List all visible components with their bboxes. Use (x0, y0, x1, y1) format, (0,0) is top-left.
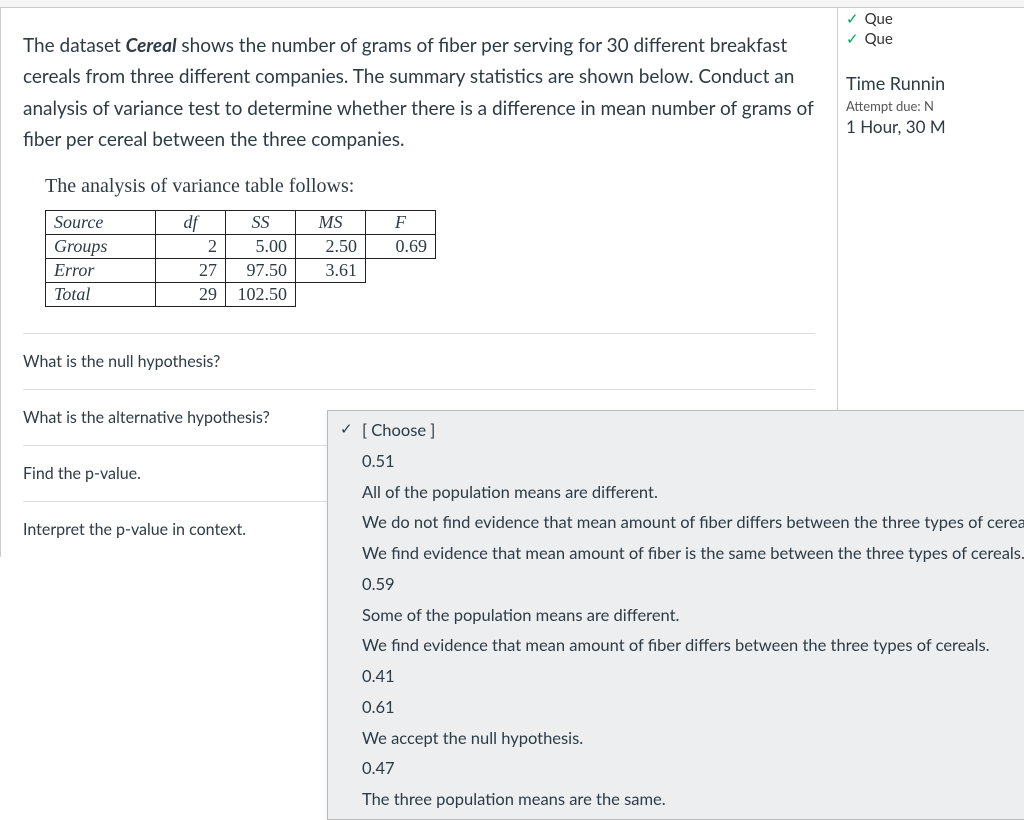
dataset-name: Cereal (126, 34, 177, 57)
cell-source: Error (46, 259, 156, 283)
anova-caption: The analysis of variance table follows: (45, 175, 815, 198)
cell-source: Total (46, 283, 156, 307)
dropdown-option[interactable]: We find evidence that mean amount of fib… (328, 538, 1024, 569)
col-source: Source (46, 211, 156, 235)
dropdown-option[interactable]: We do not find evidence that mean amount… (328, 507, 1024, 538)
cell-ms: 3.61 (296, 259, 366, 283)
prompt-label: What is the null hypothesis? (23, 352, 333, 371)
cell-ms: 2.50 (296, 235, 366, 259)
attempt-due: Attempt due: N (846, 98, 1024, 114)
cell-ss: 102.50 (226, 283, 296, 307)
time-running-label: Time Runnin (846, 72, 1024, 94)
cell-df: 2 (156, 235, 226, 259)
dropdown-option[interactable]: All of the population means are differen… (328, 477, 1024, 508)
col-ms: MS (296, 211, 366, 235)
prompt-row: What is the null hypothesis? (23, 333, 815, 389)
sidebar-question-link[interactable]: ✓ Que (846, 30, 1024, 48)
cell-df: 27 (156, 259, 226, 283)
col-ss: SS (226, 211, 296, 235)
answer-dropdown[interactable]: ✓ [ Choose ] 0.51 All of the population … (327, 410, 1024, 820)
dropdown-option[interactable]: Some of the population means are differe… (328, 600, 1024, 631)
col-f: F (366, 211, 436, 235)
table-row: Total 29 102.50 (46, 283, 436, 307)
dropdown-option[interactable]: We find evidence that mean amount of fib… (328, 630, 1024, 661)
cell-ms (296, 283, 366, 307)
prompt-label: Interpret the p-value in context. (23, 520, 333, 539)
sidebar-question-link[interactable]: ✓ Que (846, 10, 1024, 28)
window-top-bar (0, 0, 1024, 8)
col-df: df (156, 211, 226, 235)
dropdown-option[interactable]: The three population means are the same. (328, 784, 1024, 815)
dropdown-option[interactable]: We accept the null hypothesis. (328, 723, 1024, 754)
cell-ss: 97.50 (226, 259, 296, 283)
check-icon: ✓ (846, 10, 859, 28)
prompt-label: What is the alternative hypothesis? (23, 408, 333, 427)
cell-f (366, 283, 436, 307)
prompt-label: Find the p-value. (23, 464, 333, 483)
table-row: Groups 2 5.00 2.50 0.69 (46, 235, 436, 259)
dropdown-option[interactable]: 0.41 (328, 661, 1024, 692)
cell-df: 29 (156, 283, 226, 307)
cell-ss: 5.00 (226, 235, 296, 259)
dropdown-option[interactable]: 0.59 (328, 569, 1024, 600)
check-icon: ✓ (846, 30, 859, 48)
dropdown-option[interactable]: 0.47 (328, 753, 1024, 784)
dropdown-option[interactable]: 0.51 (328, 446, 1024, 477)
cell-f (366, 259, 436, 283)
question-text: The dataset Cereal shows the number of g… (23, 30, 815, 155)
dropdown-selected-text: [ Choose ] (362, 420, 435, 440)
check-icon: ✓ (340, 418, 353, 441)
intro-pre: The dataset (23, 34, 126, 57)
cell-f: 0.69 (366, 235, 436, 259)
anova-table: Source df SS MS F Groups 2 5.00 2.50 0.6… (45, 210, 436, 307)
sidebar-label: Que (865, 10, 893, 28)
dropdown-option[interactable]: 0.61 (328, 692, 1024, 723)
table-row: Error 27 97.50 3.61 (46, 259, 436, 283)
sidebar-label: Que (865, 30, 893, 48)
dropdown-selected[interactable]: ✓ [ Choose ] (328, 415, 1024, 446)
cell-source: Groups (46, 235, 156, 259)
time-left: 1 Hour, 30 M (846, 116, 1024, 137)
table-row: Source df SS MS F (46, 211, 436, 235)
